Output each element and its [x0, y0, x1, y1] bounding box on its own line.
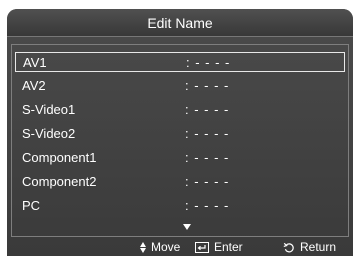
dialog-title: Edit Name [7, 9, 353, 37]
item-label: AV1 [23, 55, 47, 70]
scroll-down-arrow-icon[interactable] [183, 224, 191, 230]
list-item-s-video1[interactable]: S-Video1 : - - - - [15, 100, 345, 120]
item-label: S-Video1 [22, 102, 76, 117]
item-label: S-Video2 [22, 126, 76, 141]
move-hint: Move [140, 240, 180, 254]
return-icon [283, 242, 294, 252]
list-item-component2[interactable]: Component2 : - - - - [15, 172, 345, 192]
list-item-av1[interactable]: AV1 : - - - - [15, 52, 345, 72]
item-name-value: : - - - - [185, 150, 230, 165]
item-label: AV2 [22, 78, 46, 93]
item-name-value: : - - - - [185, 102, 230, 117]
list-item-component1[interactable]: Component1 : - - - - [15, 148, 345, 168]
list-item-s-video2[interactable]: S-Video2 : - - - - [15, 124, 345, 144]
item-name-value: : - - - - [186, 55, 231, 70]
move-label: Move [151, 240, 181, 254]
item-label: Component1 [22, 150, 97, 165]
list-item-pc[interactable]: PC : - - - - [15, 196, 345, 216]
item-name-value: : - - - - [185, 78, 230, 93]
item-name-value: : - - - - [185, 126, 230, 141]
return-label: Return [300, 240, 337, 254]
enter-label: Enter [214, 240, 243, 254]
edit-name-dialog: Edit Name AV1 : - - - - AV2 : - - - - S-… [7, 9, 353, 256]
enter-icon [195, 241, 209, 253]
up-down-arrow-icon [140, 241, 146, 253]
input-name-list: AV1 : - - - - AV2 : - - - - S-Video1 : -… [11, 44, 349, 237]
item-name-value: : - - - - [185, 198, 230, 213]
enter-hint[interactable]: Enter [195, 240, 243, 254]
item-name-value: : - - - - [185, 174, 230, 189]
item-label: Component2 [22, 174, 97, 189]
list-item-av2[interactable]: AV2 : - - - - [15, 76, 345, 96]
item-label: PC [22, 198, 41, 213]
return-hint[interactable]: Return [283, 240, 336, 254]
button-hint-bar: Move Enter Return [7, 238, 353, 256]
